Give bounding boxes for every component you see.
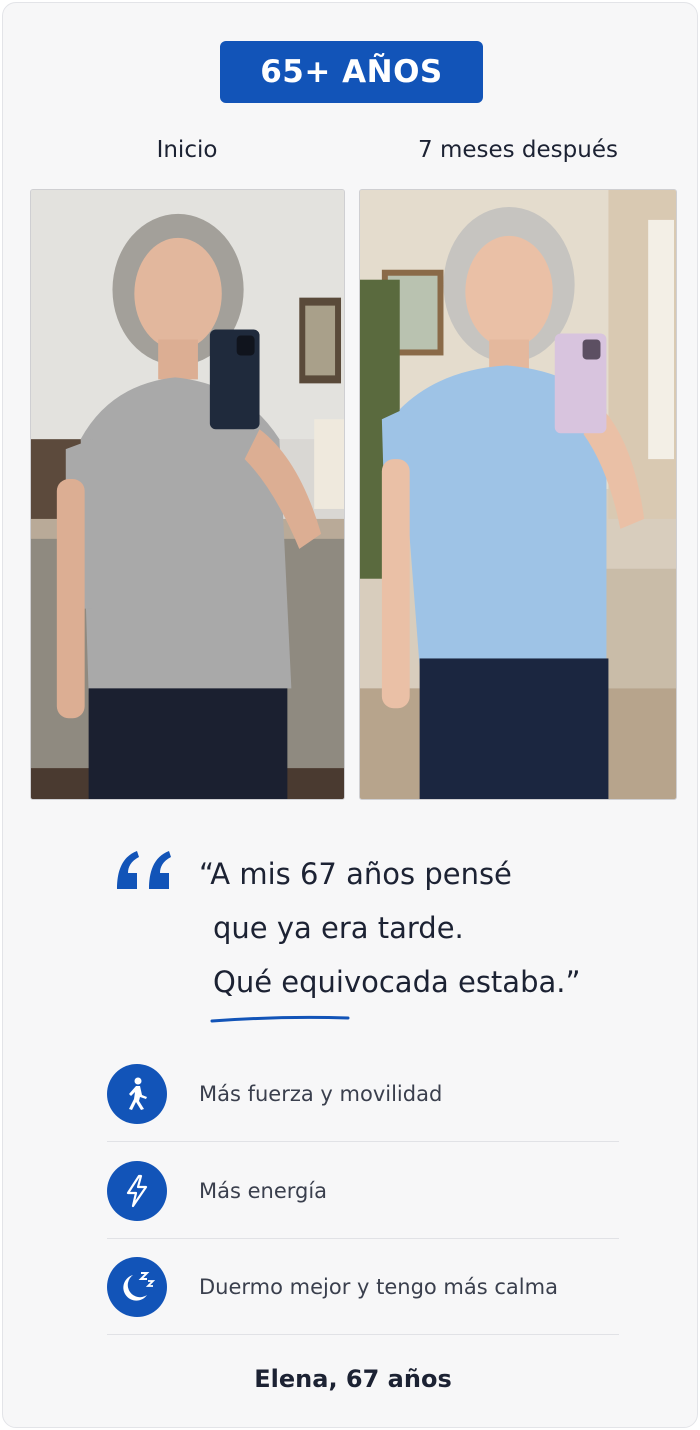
before-label: Inicio [156,137,218,163]
testimonial-line-1: “A mis 67 años pensé [199,857,512,891]
benefit-label: Duermo mejor y tengo más calma [199,1275,558,1299]
testimonial-line-3: Qué equivocada estaba.” [213,965,581,999]
before-photo [30,189,345,800]
benefit-item-sleep: Duermo mejor y tengo más calma [107,1256,619,1318]
walking-person-icon [107,1064,167,1124]
divider [107,1238,619,1239]
benefit-item-strength: Más fuerza y movilidad [107,1063,619,1125]
age-badge: 65+ AÑOS [220,41,483,103]
testimonial-card: 65+ AÑOS Inicio 7 meses después “A mis 6… [2,2,698,1428]
benefit-item-energy: Más energía [107,1160,619,1222]
lightning-bolt-icon [107,1161,167,1221]
after-photo [359,189,677,800]
quote-underline [210,1015,350,1023]
author-name: Elena, 67 años [254,1365,452,1393]
benefit-label: Más fuerza y movilidad [199,1082,443,1106]
benefit-label: Más energía [199,1179,328,1203]
divider [107,1141,619,1142]
quote-mark-icon [117,851,171,889]
divider [107,1334,619,1335]
after-label: 7 meses después [418,137,618,163]
moon-sleep-icon [107,1257,167,1317]
testimonial-line-2: que ya era tarde. [213,911,464,945]
